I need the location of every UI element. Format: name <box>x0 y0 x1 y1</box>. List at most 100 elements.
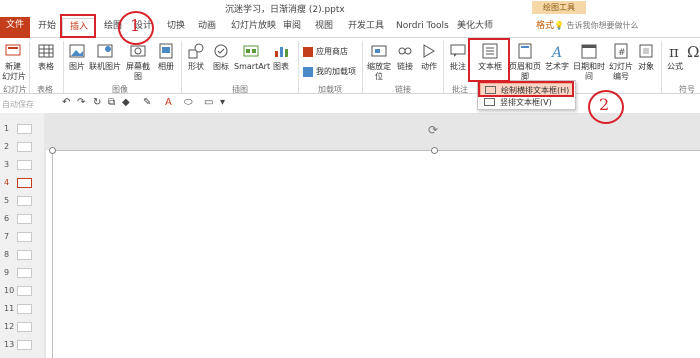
repeat-icon[interactable]: ↻ <box>93 97 101 108</box>
datetime-label: 日期和时间 <box>573 62 605 81</box>
picture-button[interactable]: 图片 <box>67 42 87 72</box>
slide-thumbnail[interactable]: 1 <box>0 121 44 139</box>
drawing-tools-context-label: 绘图工具 <box>532 1 586 14</box>
slide-thumbnail[interactable]: 12 <box>0 319 44 337</box>
shapes-button[interactable]: 形状 <box>185 42 207 72</box>
wordart-icon: A <box>550 45 562 60</box>
slide-thumbnail[interactable]: 8 <box>0 247 44 265</box>
smartart-button[interactable]: SmartArt <box>234 42 270 72</box>
my-addins-button[interactable]: 我的加载项 <box>303 66 356 77</box>
shapes-icon <box>188 43 204 59</box>
slide-preview <box>17 214 32 224</box>
format-painter-icon[interactable]: ⧉ <box>108 97 115 108</box>
object-label: 对象 <box>638 62 654 71</box>
link-button[interactable]: 链接 <box>394 42 416 72</box>
autosave-label: 自动保存 <box>2 100 34 109</box>
screenshot-button[interactable]: 屏幕截图 <box>123 42 153 82</box>
slide-number: 6 <box>4 214 10 223</box>
store-button[interactable]: 应用商店 <box>303 46 348 57</box>
symbol-button[interactable]: Ω <box>686 42 700 62</box>
slide-number: 3 <box>4 160 10 169</box>
slide-preview <box>17 160 32 170</box>
slide-thumbnail[interactable]: 6 <box>0 211 44 229</box>
tab-developer[interactable]: 开发工具 <box>348 18 384 38</box>
icons-button[interactable]: 图标 <box>210 42 232 72</box>
tab-beautify[interactable]: 美化大师 <box>457 18 493 38</box>
tab-format[interactable]: 格式 <box>536 18 554 38</box>
group-separator <box>298 41 299 93</box>
undo-icon[interactable]: ↶ <box>62 97 70 108</box>
slide-number-icon: # <box>614 43 628 59</box>
slide-thumbnail[interactable]: 5 <box>0 193 44 211</box>
new-slide-icon <box>5 44 21 56</box>
chart-icon <box>275 47 288 57</box>
slide-thumbnail[interactable]: 13 <box>0 337 44 355</box>
tab-file[interactable]: 文件 <box>0 17 30 38</box>
new-slide-label: 新建 幻灯片 <box>2 62 26 81</box>
equation-button[interactable]: π 公式 <box>665 42 685 72</box>
tab-home[interactable]: 开始 <box>38 18 56 38</box>
shape-outline-icon[interactable]: ⬭ <box>184 97 193 108</box>
table-button[interactable]: 表格 <box>35 42 57 72</box>
shape-fill-icon[interactable]: ◆ <box>122 97 130 108</box>
link-icon <box>398 47 412 55</box>
svg-text:#: # <box>618 48 626 58</box>
slide-thumbnail[interactable]: 2 <box>0 139 44 157</box>
vertical-textbox-icon <box>484 98 495 106</box>
rotate-handle-icon[interactable]: ⟳ <box>428 123 438 137</box>
store-icon <box>303 46 313 57</box>
zoom-button[interactable]: 缩放定 位 <box>366 42 392 82</box>
icons-icon <box>214 44 228 58</box>
slide-thumbnail[interactable]: 11 <box>0 301 44 319</box>
datetime-button[interactable]: 日期和时间 <box>572 42 606 82</box>
tab-nordri-tools[interactable]: Nordri Tools <box>396 18 449 38</box>
action-button[interactable]: 动作 <box>418 42 440 72</box>
album-icon <box>159 43 173 59</box>
group-label-addins: 加载项 <box>318 85 342 94</box>
album-button[interactable]: 相册 <box>155 42 177 72</box>
slide-thumbnail-selected[interactable]: 4 <box>0 175 44 193</box>
icons-label: 图标 <box>213 62 229 71</box>
new-slide-button[interactable]: 新建 幻灯片 <box>2 42 26 82</box>
tell-me-box[interactable]: 💡 告诉我你想要做什么 <box>554 20 639 31</box>
selected-textbox-frame[interactable] <box>52 150 700 358</box>
annotation-box-menu-item <box>478 81 574 97</box>
slide-preview <box>17 178 32 188</box>
zoom-icon <box>371 45 387 57</box>
font-color-icon[interactable]: A <box>165 97 172 108</box>
tab-view[interactable]: 视图 <box>315 18 333 38</box>
tab-review[interactable]: 审阅 <box>283 18 301 38</box>
slide-thumbnail[interactable]: 10 <box>0 283 44 301</box>
chart-button[interactable]: 图表 <box>270 42 292 72</box>
store-label: 应用商店 <box>316 47 348 56</box>
header-footer-button[interactable]: 页眉和页脚 <box>508 42 542 82</box>
tab-animations[interactable]: 动画 <box>198 18 216 38</box>
table-icon <box>38 44 54 58</box>
tab-slideshow[interactable]: 幻灯片放映 <box>231 18 276 38</box>
customize-qat-icon[interactable]: ▾ <box>220 97 225 108</box>
resize-handle[interactable] <box>49 147 56 154</box>
online-picture-button[interactable]: 联机图片 <box>88 42 122 72</box>
slide-preview <box>17 250 32 260</box>
slide-thumbnail[interactable]: 7 <box>0 229 44 247</box>
slide-preview <box>17 232 32 242</box>
pen-color-icon[interactable]: ✎ <box>143 97 151 108</box>
vertical-textbox-item[interactable]: 竖排文本框(V) <box>480 96 574 109</box>
slide-number: 5 <box>4 196 10 205</box>
slide-number-button[interactable]: # 幻灯片 编号 <box>608 42 634 82</box>
slide-thumbnail[interactable]: 9 <box>0 265 44 283</box>
slide-thumbnail[interactable]: 3 <box>0 157 44 175</box>
pi-icon: π <box>669 43 679 60</box>
object-button[interactable]: 对象 <box>636 42 656 72</box>
presentation-icon[interactable]: ▭ <box>204 97 213 108</box>
slide-number: 11 <box>4 304 15 313</box>
vertical-textbox-label: 竖排文本框(V) <box>500 98 552 107</box>
slide-preview <box>17 124 32 134</box>
redo-icon[interactable]: ↷ <box>77 97 85 108</box>
wordart-button[interactable]: A 艺术字 <box>544 42 570 72</box>
slide-number: 8 <box>4 250 10 259</box>
comment-button[interactable]: 批注 <box>448 42 468 72</box>
tab-transitions[interactable]: 切换 <box>167 18 185 38</box>
resize-handle[interactable] <box>431 147 438 154</box>
slide-preview <box>17 196 32 206</box>
